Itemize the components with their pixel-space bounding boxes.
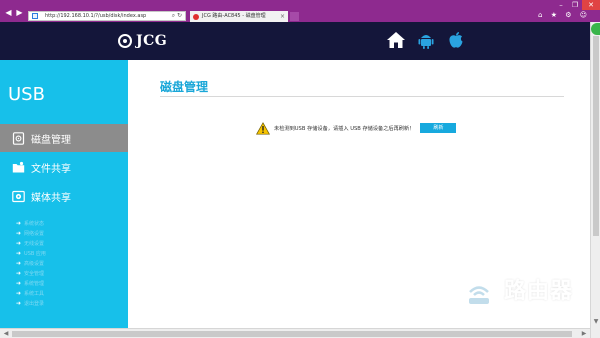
browser-tab[interactable]: JCG 路由-AC845 - 磁盘管理 × xyxy=(190,11,288,22)
sidebar-title: USB xyxy=(8,84,45,105)
new-tab-button[interactable] xyxy=(290,12,299,21)
app-header: JCG xyxy=(0,22,590,60)
media-share-icon xyxy=(12,190,25,202)
sidebar-sub-item[interactable]: ➜ 系统工具 xyxy=(16,288,46,298)
sidebar-item-label: 磁盘管理 xyxy=(31,134,71,146)
watermark-logo-icon xyxy=(458,272,500,314)
home-icon[interactable] xyxy=(386,30,406,50)
page-title: 磁盘管理 xyxy=(160,80,209,94)
scroll-left-icon[interactable]: ◀ xyxy=(2,330,10,338)
warning-text: 未检测到USB 存储设备，请插入 USB 存储设备之后再刷新！ xyxy=(274,125,415,132)
title-divider xyxy=(160,96,564,97)
browser-chrome: ◀ ▶ http://192.168.10.1/?/usb/disk/index… xyxy=(0,0,600,22)
side-badge-icon[interactable] xyxy=(591,23,600,35)
tab-close-icon[interactable]: × xyxy=(280,11,285,22)
arrow-right-icon: ➜ xyxy=(16,279,22,287)
horizontal-scroll-thumb[interactable] xyxy=(12,331,572,337)
vertical-scrollbar[interactable]: ▲ ▼ xyxy=(590,22,600,338)
arrow-right-icon: ➜ xyxy=(16,229,22,237)
forward-icon[interactable]: ▶ xyxy=(15,8,24,17)
close-window-button[interactable]: ✕ xyxy=(582,0,600,10)
sidebar-sub-item[interactable]: ➜ 高级设置 xyxy=(16,258,46,268)
watermark: 路由器 luyouqi.com xyxy=(458,272,573,314)
arrow-right-icon: ➜ xyxy=(16,269,22,277)
horizontal-scrollbar[interactable]: ◀ ▶ xyxy=(0,328,590,338)
logo-mark-icon xyxy=(118,34,132,48)
tab-title: JCG 路由-AC845 - 磁盘管理 xyxy=(202,13,266,19)
folder-share-icon xyxy=(12,161,25,172)
vertical-scroll-thumb[interactable] xyxy=(593,36,599,236)
sidebar-sub-item[interactable]: ➜ 退出登录 xyxy=(16,298,46,308)
site-favicon-icon xyxy=(32,13,38,19)
maximize-button[interactable]: ❐ xyxy=(568,0,582,10)
arrow-right-icon: ➜ xyxy=(16,299,22,307)
usb-warning: 未检测到USB 存储设备，请插入 USB 存储设备之后再刷新！ 刷新 xyxy=(256,120,457,136)
logo-text: JCG xyxy=(136,33,168,49)
sidebar-item-disk-management[interactable]: 磁盘管理 xyxy=(0,124,128,152)
apple-icon[interactable] xyxy=(446,30,466,50)
scroll-down-icon[interactable]: ▼ xyxy=(592,318,600,326)
back-icon[interactable]: ◀ xyxy=(4,8,13,17)
sidebar-sub-menu: ➜ 系统状态 ➜ 网络设置 ➜ 无线设置 ➜ USB 应用 ➜ 高级设置 ➜ 安全管理 ➜ 系… xyxy=(16,218,46,308)
sidebar-sub-item[interactable]: ➜ 网络设置 xyxy=(16,228,46,238)
arrow-right-icon: ➜ xyxy=(16,289,22,297)
sidebar: USB 磁盘管理 文件共享 媒体共享 ➜ 系统状态 ➜ 网络设置 ➜ 无线设置 ➜ US… xyxy=(0,60,128,328)
disk-icon xyxy=(12,131,25,145)
minimize-button[interactable]: – xyxy=(554,0,568,10)
sidebar-item-media-sharing[interactable]: 媒体共享 xyxy=(0,182,128,210)
warning-icon xyxy=(256,121,270,135)
arrow-right-icon: ➜ xyxy=(16,219,22,227)
watermark-url: luyouqi.com xyxy=(504,303,560,313)
sidebar-sub-item[interactable]: ➜ 安全管理 xyxy=(16,268,46,278)
android-icon[interactable] xyxy=(416,30,436,50)
scroll-right-icon[interactable]: ▶ xyxy=(580,330,588,338)
browser-toolbar-icons[interactable]: ⌂ ★ ⚙ ☺ xyxy=(538,11,590,19)
router-icon xyxy=(469,286,489,304)
tab-favicon-icon xyxy=(193,14,199,20)
address-bar[interactable]: http://192.168.10.1/?/usb/disk/index.asp… xyxy=(28,11,186,21)
watermark-text: 路由器 xyxy=(504,279,574,304)
sidebar-sub-item[interactable]: ➜ USB 应用 xyxy=(16,248,46,258)
address-tools-icon[interactable]: ⌕ ↻ xyxy=(172,12,182,20)
arrow-right-icon: ➜ xyxy=(16,259,22,267)
window-controls: – ❐ ✕ xyxy=(554,0,600,10)
arrow-right-icon: ➜ xyxy=(16,249,22,257)
sidebar-sub-item[interactable]: ➜ 系统管理 xyxy=(16,278,46,288)
sidebar-item-label: 文件共享 xyxy=(31,163,71,175)
arrow-right-icon: ➜ xyxy=(16,239,22,247)
jcg-logo: JCG xyxy=(118,32,167,50)
sidebar-item-label: 媒体共享 xyxy=(31,192,71,204)
sidebar-sub-item[interactable]: ➜ 系统状态 xyxy=(16,218,46,228)
sidebar-sub-item[interactable]: ➜ 无线设置 xyxy=(16,238,46,248)
address-text: http://192.168.10.1/?/usb/disk/index.asp xyxy=(45,13,147,19)
sidebar-item-file-sharing[interactable]: 文件共享 xyxy=(0,153,128,181)
refresh-button[interactable]: 刷新 xyxy=(420,123,457,133)
